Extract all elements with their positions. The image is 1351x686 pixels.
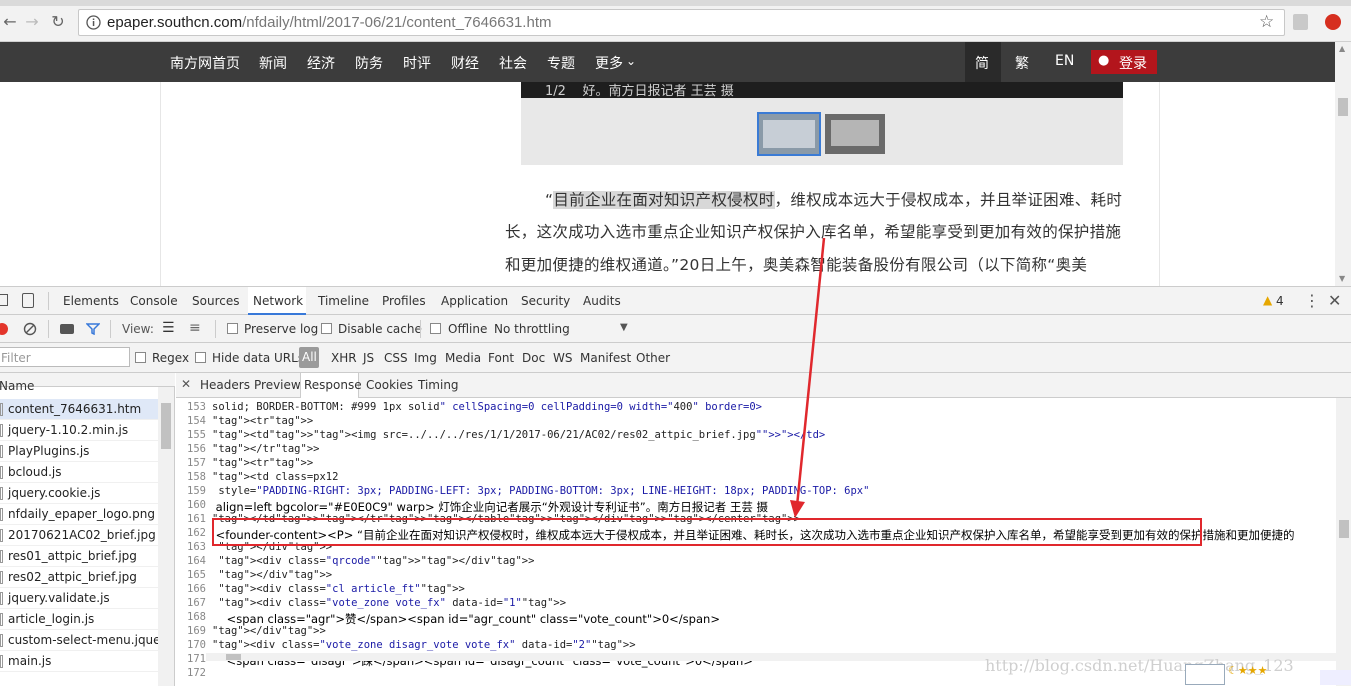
corner-widget[interactable] bbox=[1185, 664, 1225, 685]
annotation-arrow bbox=[790, 237, 826, 518]
corner-icon bbox=[1320, 670, 1351, 685]
rating-icon: ☾★★★ bbox=[1228, 664, 1268, 677]
